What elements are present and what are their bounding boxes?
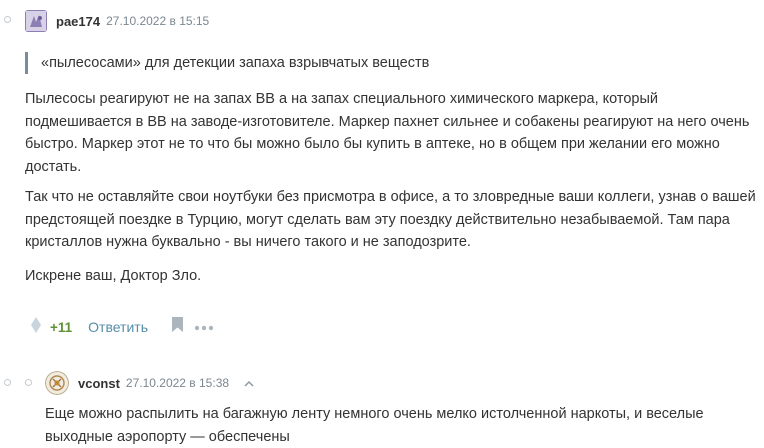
comment-author[interactable]: vconst [78, 376, 120, 391]
comment-actions: +11 Ответить [30, 316, 214, 338]
comment-paragraph: Искрене ваш, Доктор Зло. [25, 268, 202, 284]
comment-quote: «пылесосами» для детекции запаха взрывча… [25, 52, 429, 74]
comment-author[interactable]: pae174 [56, 14, 100, 29]
comment-header: pae174 27.10.2022 в 15:15 [25, 9, 209, 33]
comment-paragraph: Пылесосы реагируют не на запах ВВ а на з… [25, 91, 750, 175]
comment-paragraph: Так что не оставляйте свои ноутбуки без … [25, 189, 756, 251]
user-avatar[interactable] [25, 10, 47, 32]
reply-button[interactable]: Ответить [88, 319, 148, 335]
comment-header: vconst 27.10.2022 в 15:38 [45, 371, 255, 395]
vote-score: +11 [50, 319, 73, 335]
thread-dot-icon [25, 379, 32, 386]
more-dots-icon[interactable] [194, 318, 214, 336]
bookmark-icon[interactable] [171, 316, 184, 338]
comment-timestamp[interactable]: 27.10.2022 в 15:15 [106, 14, 209, 28]
vote-diamond-icon[interactable] [30, 316, 42, 339]
thread-dot-icon [4, 379, 11, 386]
thread-dot-icon [4, 16, 11, 23]
comment-paragraph: Еще можно распылить на багажную ленту не… [45, 406, 704, 445]
user-avatar[interactable] [45, 371, 69, 395]
comment-timestamp[interactable]: 27.10.2022 в 15:38 [126, 376, 229, 390]
chevron-up-icon[interactable] [243, 377, 255, 389]
